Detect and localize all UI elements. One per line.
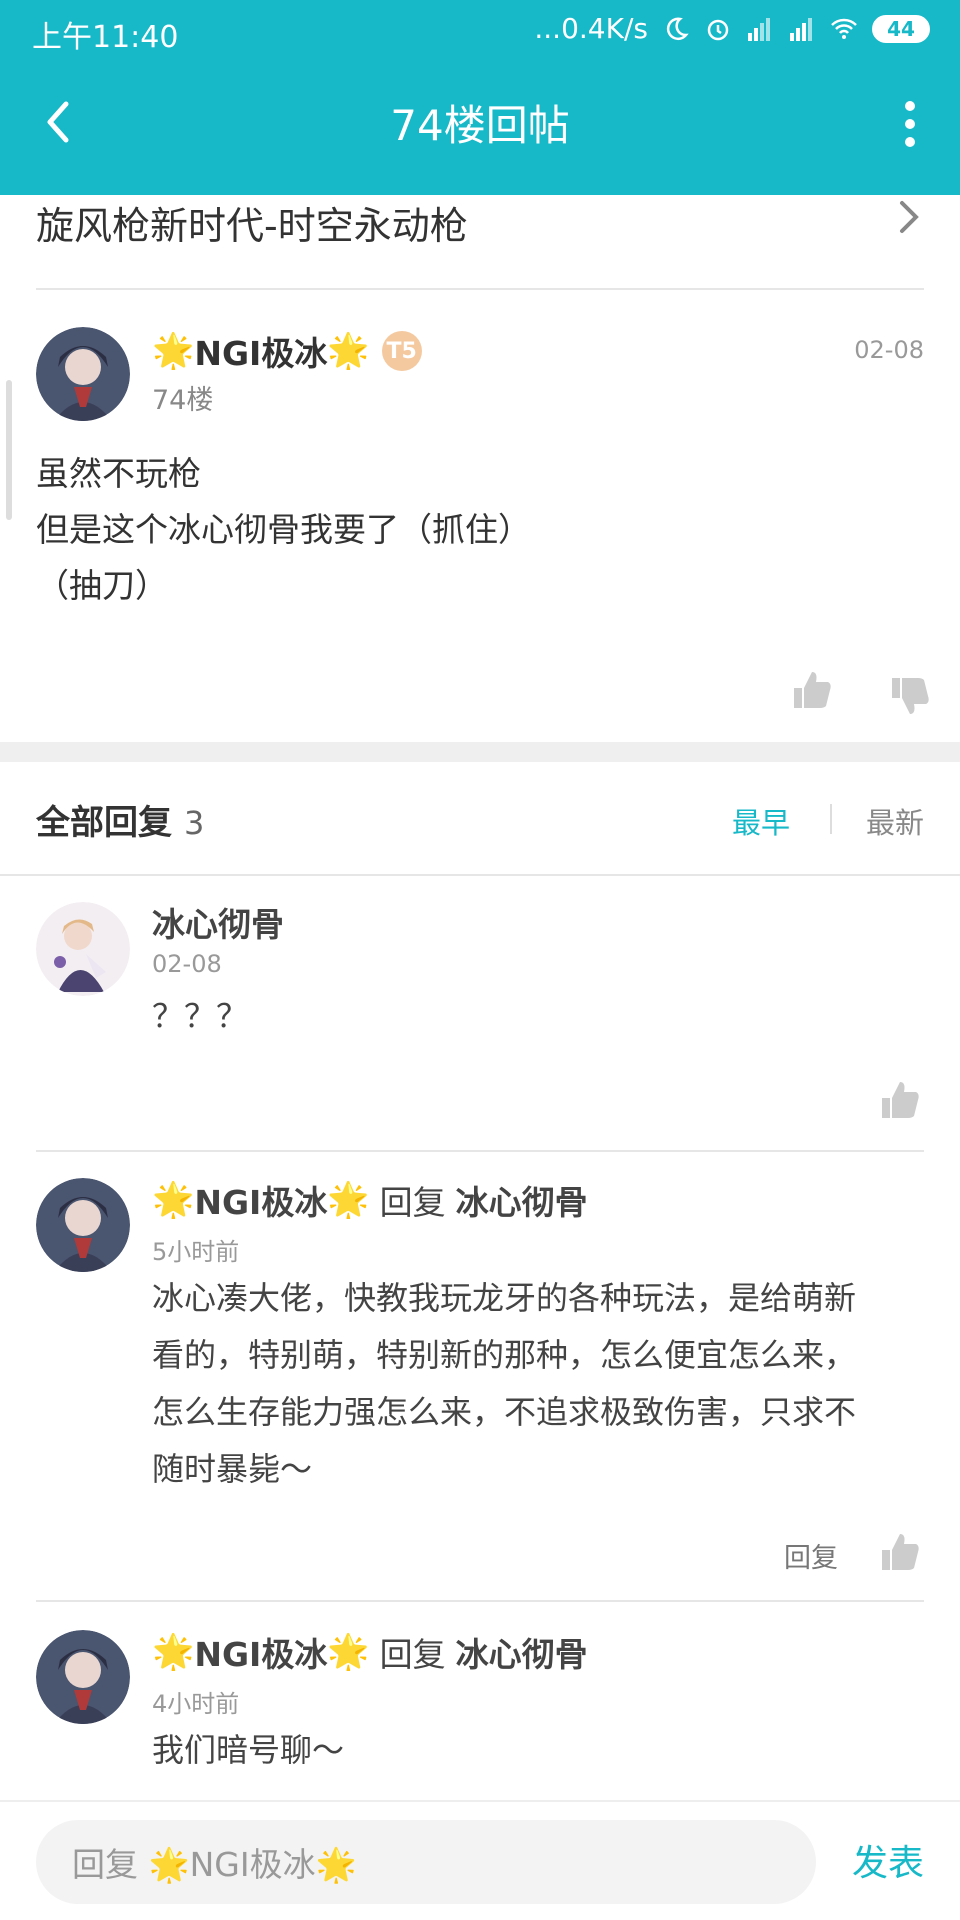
- reply-author[interactable]: NGI极冰: [194, 1176, 327, 1224]
- post-content: 虽然不玩枪 但是这个冰心彻骨我要了（抓住） （抽刀）: [36, 446, 531, 614]
- divider: [36, 1150, 924, 1152]
- thumbs-up-icon[interactable]: [878, 1078, 922, 1122]
- post-author[interactable]: 🌟 NGI极冰 🌟 T5: [152, 327, 422, 375]
- reply-text: 我们暗号聊～: [152, 1731, 345, 1769]
- alarm-icon: [707, 19, 729, 40]
- star-icon: 🌟: [152, 331, 195, 371]
- star-icon: 🌟: [327, 1632, 370, 1672]
- sort-divider: [830, 804, 832, 834]
- more-vertical-icon[interactable]: [890, 92, 930, 156]
- reply-time: 5小时前: [152, 1238, 240, 1266]
- avatar[interactable]: [36, 1178, 130, 1272]
- divider: [0, 874, 960, 876]
- post-date: 02-08: [854, 336, 924, 364]
- status-bar: 上午11:40 ...0.4K/s 44: [0, 0, 960, 60]
- replies-heading-label: 全部回复: [36, 803, 172, 843]
- chevron-right-icon: [900, 201, 919, 233]
- divider: [36, 288, 924, 290]
- signal-icon: [748, 17, 770, 41]
- signal-hd-icon: [790, 17, 812, 41]
- replies-count: 3: [184, 804, 205, 842]
- section-gap: [0, 742, 960, 762]
- reply-button[interactable]: 回复: [784, 1536, 838, 1575]
- moon-icon: [666, 17, 689, 40]
- post-line: 但是这个冰心彻骨我要了（抓住）: [36, 510, 531, 549]
- replies-heading: 全部回复 3: [36, 795, 204, 844]
- reply-author[interactable]: NGI极冰: [194, 1628, 327, 1676]
- compose-bar: 回复 🌟NGI极冰🌟 发表: [0, 1800, 960, 1920]
- reply-target[interactable]: 冰心彻骨: [456, 1176, 588, 1224]
- thread-title: 旋风枪新时代-时空永动枪: [36, 204, 468, 248]
- floor-number: 74楼: [152, 385, 214, 416]
- reply-header: 🌟 NGI极冰 🌟 回复 冰心彻骨: [152, 1628, 588, 1676]
- reply-text: ？？？: [152, 997, 249, 1035]
- reply-target[interactable]: 冰心彻骨: [456, 1628, 588, 1676]
- post-line: 虽然不玩枪: [36, 454, 201, 493]
- reply-text: 冰心凑大佬，快教我玩龙牙的各种玩法，是给萌新 看的，特别萌，特别新的那种，怎么便…: [152, 1270, 856, 1498]
- author-name: NGI极冰: [194, 334, 328, 373]
- thumbs-up-icon[interactable]: [790, 668, 834, 712]
- post-line: （抽刀）: [36, 566, 168, 605]
- reply-time: 02-08: [152, 950, 222, 978]
- reply-line: 冰心凑大佬，快教我玩龙牙的各种玩法，是给萌新: [152, 1279, 857, 1317]
- avatar[interactable]: [36, 902, 130, 996]
- reply-line: 看的，特别萌，特别新的那种，怎么便宜怎么来，: [152, 1336, 857, 1374]
- star-icon: 🌟: [327, 1180, 370, 1220]
- sort-newest-tab[interactable]: 最新: [866, 800, 924, 842]
- thumbs-down-icon[interactable]: [888, 674, 932, 718]
- avatar[interactable]: [36, 1630, 130, 1724]
- title-row: 74楼回帖: [0, 70, 960, 180]
- wifi-icon: [831, 18, 857, 39]
- sort-earliest-tab[interactable]: 最早: [732, 800, 790, 842]
- reply-word: 回复: [379, 1635, 446, 1674]
- send-button[interactable]: 发表: [852, 1834, 924, 1886]
- top-bar: 上午11:40 ...0.4K/s 44 74楼回帖: [0, 0, 960, 195]
- divider: [36, 1600, 924, 1602]
- reply-line: 怎么生存能力强怎么来，不追求极致伤害，只求不: [152, 1393, 857, 1431]
- star-icon: 🌟: [152, 1632, 195, 1672]
- battery-indicator: 44: [872, 14, 930, 43]
- reply-word: 回复: [379, 1183, 446, 1222]
- avatar[interactable]: [36, 327, 130, 421]
- star-icon: 🌟: [327, 331, 370, 371]
- reply-input[interactable]: 回复 🌟NGI极冰🌟: [36, 1820, 816, 1904]
- page-title: 74楼回帖: [390, 101, 570, 150]
- reply-time: 4小时前: [152, 1690, 240, 1718]
- thumbs-up-icon[interactable]: [878, 1530, 922, 1574]
- reply-line: 随时暴毙～: [152, 1450, 313, 1488]
- status-time: 上午11:40: [32, 20, 179, 55]
- scroll-indicator: [6, 380, 12, 520]
- thread-title-link[interactable]: 旋风枪新时代-时空永动枪: [0, 195, 960, 290]
- reply-author[interactable]: 冰心彻骨: [152, 898, 284, 946]
- star-icon: 🌟: [152, 1180, 195, 1220]
- reply-header: 🌟 NGI极冰 🌟 回复 冰心彻骨: [152, 1176, 588, 1224]
- level-badge: T5: [381, 331, 422, 371]
- app-root: 上午11:40 ...0.4K/s 44 74楼回帖 旋风枪新时代-时空永动枪: [0, 0, 960, 1920]
- status-icons: ...0.4K/s 44: [534, 12, 930, 45]
- network-speed: ...0.4K/s: [534, 12, 648, 45]
